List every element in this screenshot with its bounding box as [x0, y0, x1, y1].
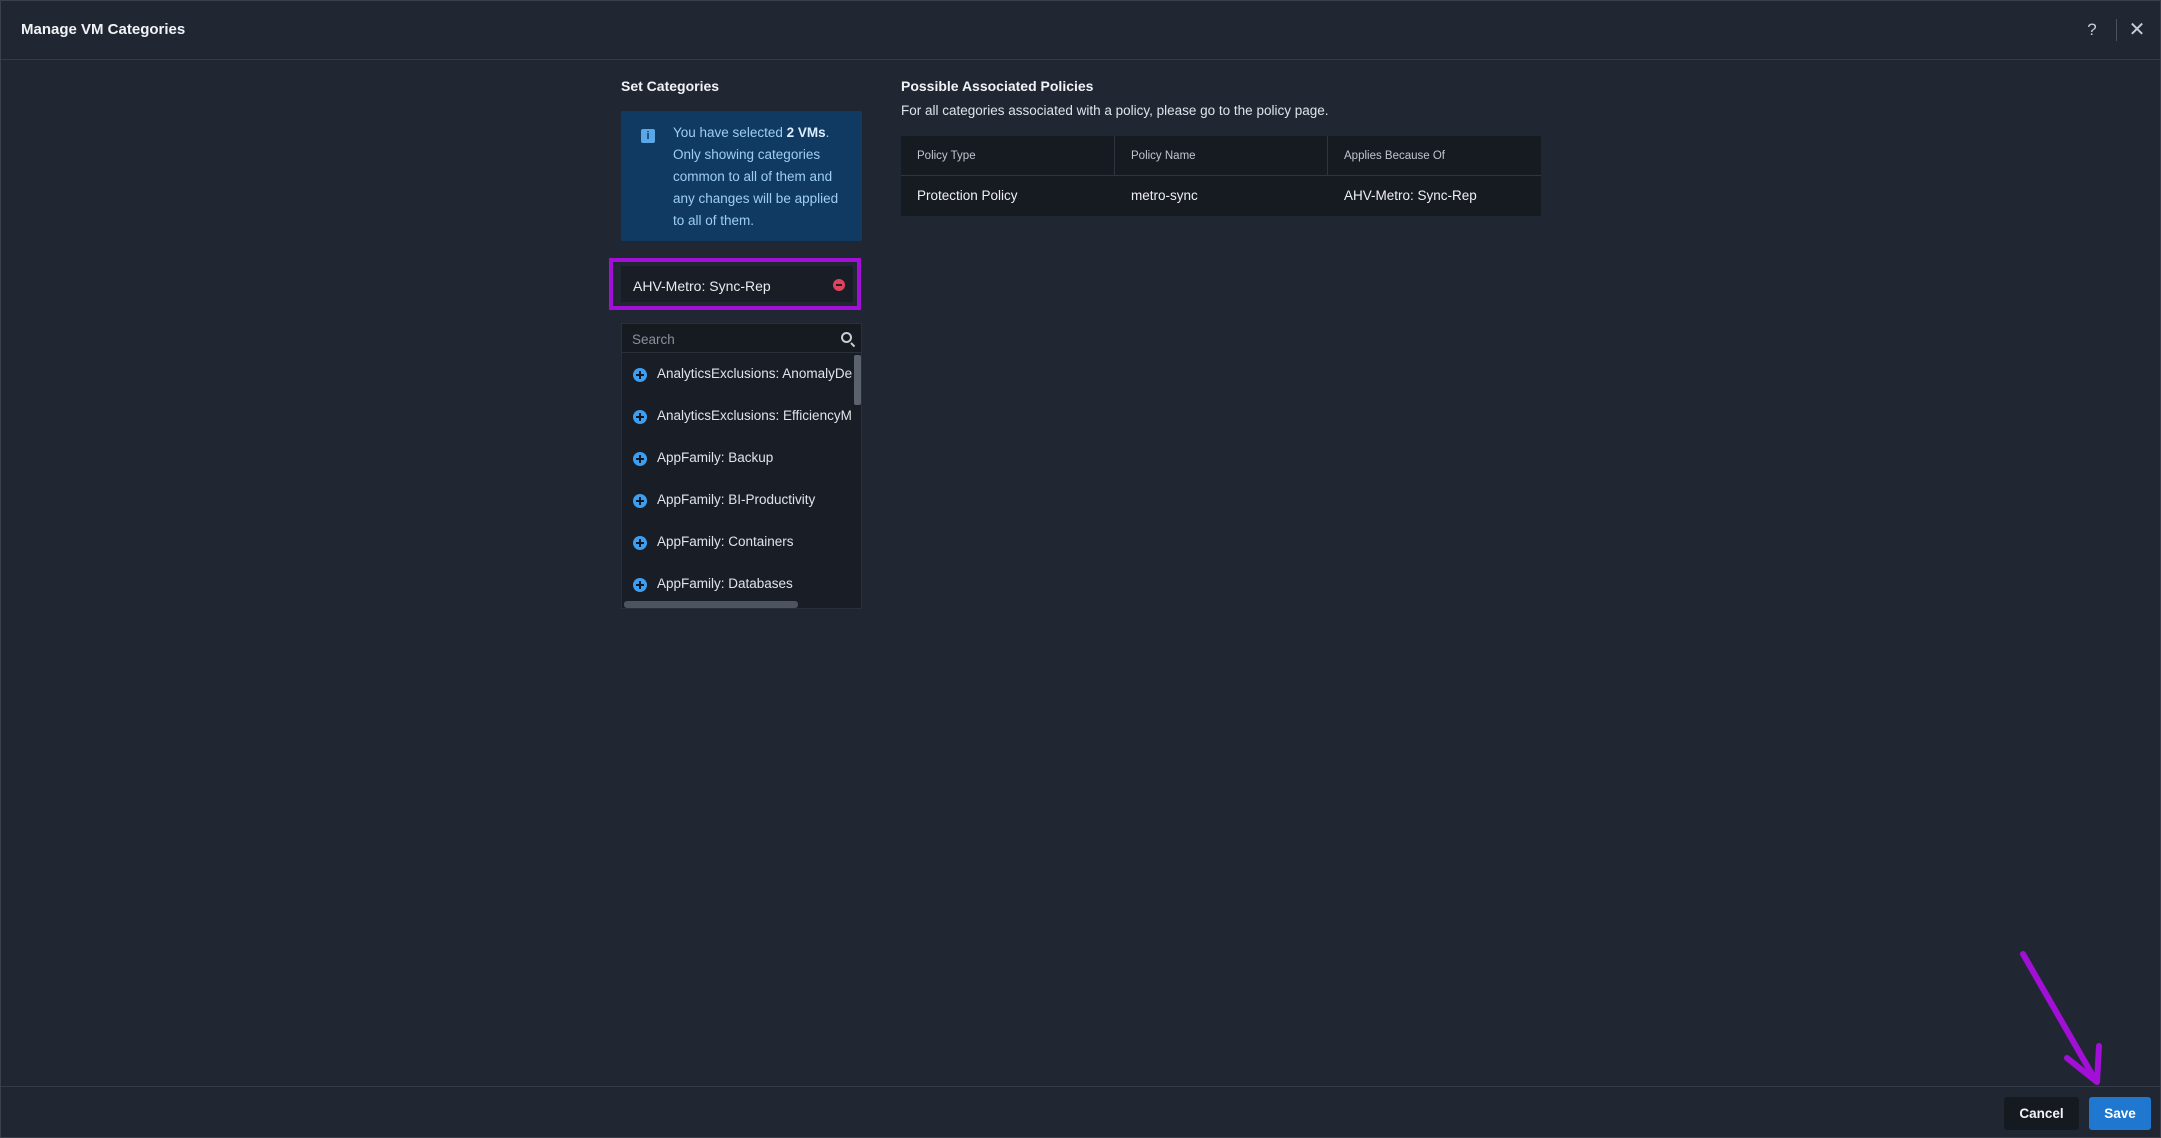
footer-divider — [1, 1086, 2160, 1087]
add-circle-icon[interactable] — [633, 578, 647, 592]
category-label: AppFamily: BI-Productivity — [657, 492, 816, 507]
category-label: AnalyticsExclusions: EfficiencyM — [657, 408, 852, 423]
list-item[interactable]: AnalyticsExclusions: AnomalyDe — [622, 353, 854, 395]
info-text-prefix: You have selected — [673, 125, 787, 140]
search-icon[interactable] — [841, 332, 852, 343]
info-banner-text: You have selected 2 VMs. Only showing ca… — [673, 122, 853, 232]
category-label: AppFamily: Backup — [657, 450, 774, 465]
help-icon[interactable]: ? — [2081, 18, 2103, 42]
add-circle-icon[interactable] — [633, 494, 647, 508]
policies-subtitle: For all categories associated with a pol… — [901, 103, 1329, 118]
selected-category-label: AHV-Metro: Sync-Rep — [633, 278, 771, 294]
list-item[interactable]: AppFamily: Databases — [622, 563, 854, 605]
add-circle-icon[interactable] — [633, 410, 647, 424]
add-circle-icon[interactable] — [633, 452, 647, 466]
category-label: AppFamily: Containers — [657, 534, 794, 549]
horizontal-scrollbar[interactable] — [624, 601, 798, 608]
dialog-title: Manage VM Categories — [21, 21, 186, 38]
vertical-scrollbar[interactable] — [854, 355, 861, 405]
category-label: AppFamily: Databases — [657, 576, 793, 591]
category-label: AnalyticsExclusions: AnomalyDe — [657, 366, 853, 381]
selected-category-chip: AHV-Metro: Sync-Rep — [609, 258, 861, 310]
column-header-label: Applies Because Of — [1344, 150, 1446, 162]
list-item[interactable]: AppFamily: BI-Productivity — [622, 479, 854, 521]
list-item[interactable]: AppFamily: Containers — [622, 521, 854, 563]
cell-text: metro-sync — [1131, 188, 1198, 203]
column-header-policy-type: Policy Type — [901, 136, 1115, 176]
column-header-applies-because-of: Applies Because Of — [1328, 136, 1541, 176]
policies-title: Possible Associated Policies — [901, 78, 1094, 94]
cell-text: Protection Policy — [917, 188, 1018, 203]
manage-vm-categories-dialog: Manage VM Categories ? ✕ Set Categories … — [0, 0, 2161, 1138]
policies-table: Policy Type Policy Name Applies Because … — [901, 136, 1541, 216]
column-header-policy-name: Policy Name — [1115, 136, 1328, 176]
category-list: AnalyticsExclusions: AnomalyDe Analytics… — [621, 353, 862, 609]
table-cell-applies-because-of: AHV-Metro: Sync-Rep — [1328, 176, 1541, 216]
set-categories-title: Set Categories — [621, 78, 720, 94]
category-search-input[interactable] — [630, 328, 830, 350]
info-icon: i — [641, 129, 655, 143]
table-cell-policy-name: metro-sync — [1115, 176, 1328, 216]
selected-category-row: AHV-Metro: Sync-Rep — [621, 266, 853, 302]
category-search — [621, 323, 862, 353]
add-circle-icon[interactable] — [633, 536, 647, 550]
add-circle-icon[interactable] — [633, 368, 647, 382]
info-text-suffix: . Only showing categories common to all … — [673, 125, 839, 228]
column-header-label: Policy Type — [917, 150, 976, 162]
remove-category-icon[interactable] — [833, 279, 845, 291]
list-item[interactable]: AppFamily: Backup — [622, 437, 854, 479]
save-button[interactable]: Save — [2089, 1097, 2151, 1130]
info-banner: i You have selected 2 VMs. Only showing … — [621, 111, 862, 241]
header-divider — [2116, 19, 2117, 41]
column-header-label: Policy Name — [1131, 150, 1196, 162]
close-icon[interactable]: ✕ — [2125, 17, 2149, 43]
list-item[interactable]: AnalyticsExclusions: EfficiencyM — [622, 395, 854, 437]
table-cell-policy-type: Protection Policy — [901, 176, 1115, 216]
cell-text: AHV-Metro: Sync-Rep — [1344, 188, 1477, 203]
cancel-button[interactable]: Cancel — [2004, 1097, 2079, 1130]
dialog-header: Manage VM Categories ? ✕ — [1, 1, 2160, 60]
annotation-arrow-icon — [2020, 951, 2102, 1085]
info-text-vm-count: 2 VMs — [786, 125, 826, 140]
